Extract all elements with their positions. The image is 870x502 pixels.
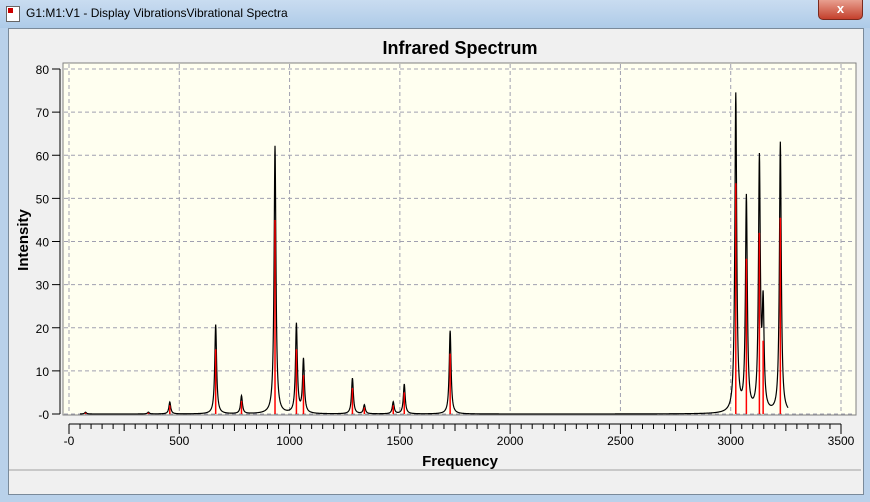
y-tick-label: 80 (36, 63, 50, 77)
x-axis-label: Frequency (422, 453, 499, 470)
y-tick-label: -0 (38, 408, 49, 422)
x-tick-label: 2000 (497, 434, 524, 448)
y-tick-label: 10 (36, 365, 50, 379)
y-tick-label: 40 (36, 236, 50, 250)
x-tick-label: 500 (169, 434, 189, 448)
y-tick-label: 20 (36, 322, 50, 336)
x-tick-label: 2500 (607, 434, 634, 448)
chart-title: Infrared Spectrum (382, 38, 537, 58)
y-axis-label: Intensity (15, 209, 32, 271)
x-tick-label: 3500 (828, 434, 855, 448)
x-tick-label: -0 (64, 434, 75, 448)
y-tick-label: 50 (36, 192, 50, 206)
x-tick-label: 1000 (276, 434, 303, 448)
y-tick-label: 60 (36, 149, 50, 163)
y-tick-label: 30 (36, 279, 50, 293)
x-tick-label: 1500 (387, 434, 414, 448)
y-tick-label: 70 (36, 106, 50, 120)
ir-spectrum-chart: Infrared Spectrum -0 10 20 30 40 50 60 70 80 -0 50… (9, 38, 861, 471)
x-tick-label: 3000 (717, 434, 744, 448)
